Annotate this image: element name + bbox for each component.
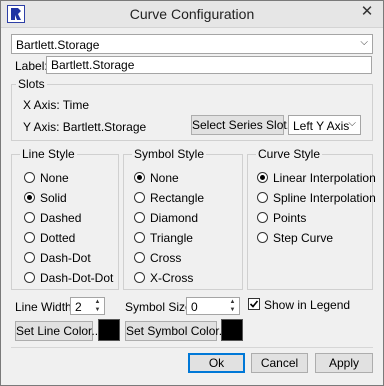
window-title: Curve Configuration [129, 6, 255, 22]
curve-configuration-dialog: Curve Configuration ✕ Bartlett.Storage ⌵… [0, 0, 384, 386]
radio-selected-icon [24, 192, 35, 203]
radio-icon [134, 272, 145, 283]
spin-up-icon[interactable]: ▲ [227, 298, 238, 306]
chevron-down-icon: ⌵ [360, 37, 368, 48]
cancel-button[interactable]: Cancel [251, 353, 308, 373]
label-input-text[interactable] [47, 57, 371, 73]
radio-icon [24, 232, 35, 243]
chevron-down-icon: ⌵ [348, 118, 356, 129]
radio-label: Linear Interpolation [273, 171, 376, 185]
line-color-swatch[interactable] [98, 319, 120, 341]
x-axis-text: X Axis: Time [23, 98, 90, 112]
ok-button[interactable]: Ok [188, 353, 245, 373]
series-select-value: Bartlett.Storage [16, 38, 100, 52]
radio-selected-icon [257, 172, 268, 183]
axis-select[interactable]: Left Y Axis ⌵ [288, 115, 361, 135]
show-in-legend-checkbox[interactable] [248, 298, 260, 310]
label-field-label: Label: [15, 59, 48, 73]
radio-label: Dotted [40, 231, 76, 245]
radio-label: Points [273, 211, 307, 225]
radio-label: X-Cross [150, 271, 194, 285]
axis-select-value: Left Y Axis [293, 119, 350, 133]
symbol-style-title: Symbol Style [132, 147, 207, 161]
radio-icon [257, 212, 268, 223]
radio-icon [257, 192, 268, 203]
symbol-color-swatch[interactable] [221, 319, 243, 341]
radio-label: Spline Interpolation [273, 191, 376, 205]
close-icon[interactable]: ✕ [351, 1, 383, 23]
symbol-size-value: 0 [191, 300, 198, 314]
radio-icon [24, 172, 35, 183]
line-width-value: 2 [75, 300, 82, 314]
label-input[interactable] [46, 56, 372, 74]
radio-selected-icon [134, 172, 145, 183]
curve-style-title: Curve Style [256, 147, 323, 161]
line-width-label: Line Width [15, 300, 72, 314]
y-axis-text: Y Axis: Bartlett.Storage [23, 120, 147, 134]
spin-down-icon[interactable]: ▼ [92, 306, 103, 314]
series-select[interactable]: Bartlett.Storage ⌵ [11, 34, 373, 54]
radio-icon [134, 192, 145, 203]
radio-icon [134, 212, 145, 223]
set-symbol-color-button[interactable]: Set Symbol Color... [125, 321, 229, 341]
symbol-size-spinner[interactable]: 0 ▲ ▼ [186, 297, 240, 315]
radio-label: Cross [150, 251, 182, 265]
checkmark-icon [249, 300, 259, 308]
radio-icon [24, 272, 35, 283]
divider [11, 347, 373, 348]
radio-label: Solid [40, 191, 67, 205]
radio-icon [134, 232, 145, 243]
radio-icon [24, 212, 35, 223]
radio-label: Triangle [150, 231, 193, 245]
radio-label: Diamond [150, 211, 199, 225]
apply-button[interactable]: Apply [315, 353, 373, 373]
show-in-legend-label: Show in Legend [264, 298, 351, 312]
select-series-slot-button[interactable]: Select Series Slot... [191, 115, 297, 135]
radio-label: Dash-Dot-Dot [40, 271, 114, 285]
spin-up-icon[interactable]: ▲ [92, 298, 103, 306]
radio-icon [257, 232, 268, 243]
radio-label: None [40, 171, 69, 185]
set-line-color-button[interactable]: Set Line Color... [15, 321, 101, 341]
spin-down-icon[interactable]: ▼ [227, 306, 238, 314]
symbol-size-label: Symbol Size [125, 300, 192, 314]
radio-label: Dash-Dot [40, 251, 91, 265]
radio-icon [134, 252, 145, 263]
line-style-title: Line Style [20, 147, 77, 161]
radio-label: Rectangle [150, 191, 205, 205]
radio-label: Step Curve [273, 231, 334, 245]
radio-icon [24, 252, 35, 263]
title-bar[interactable]: Curve Configuration ✕ [1, 1, 383, 28]
line-width-spinner[interactable]: 2 ▲ ▼ [70, 297, 105, 315]
radio-label: None [150, 171, 179, 185]
radio-label: Dashed [40, 211, 82, 225]
slots-group-title: Slots [16, 77, 47, 91]
